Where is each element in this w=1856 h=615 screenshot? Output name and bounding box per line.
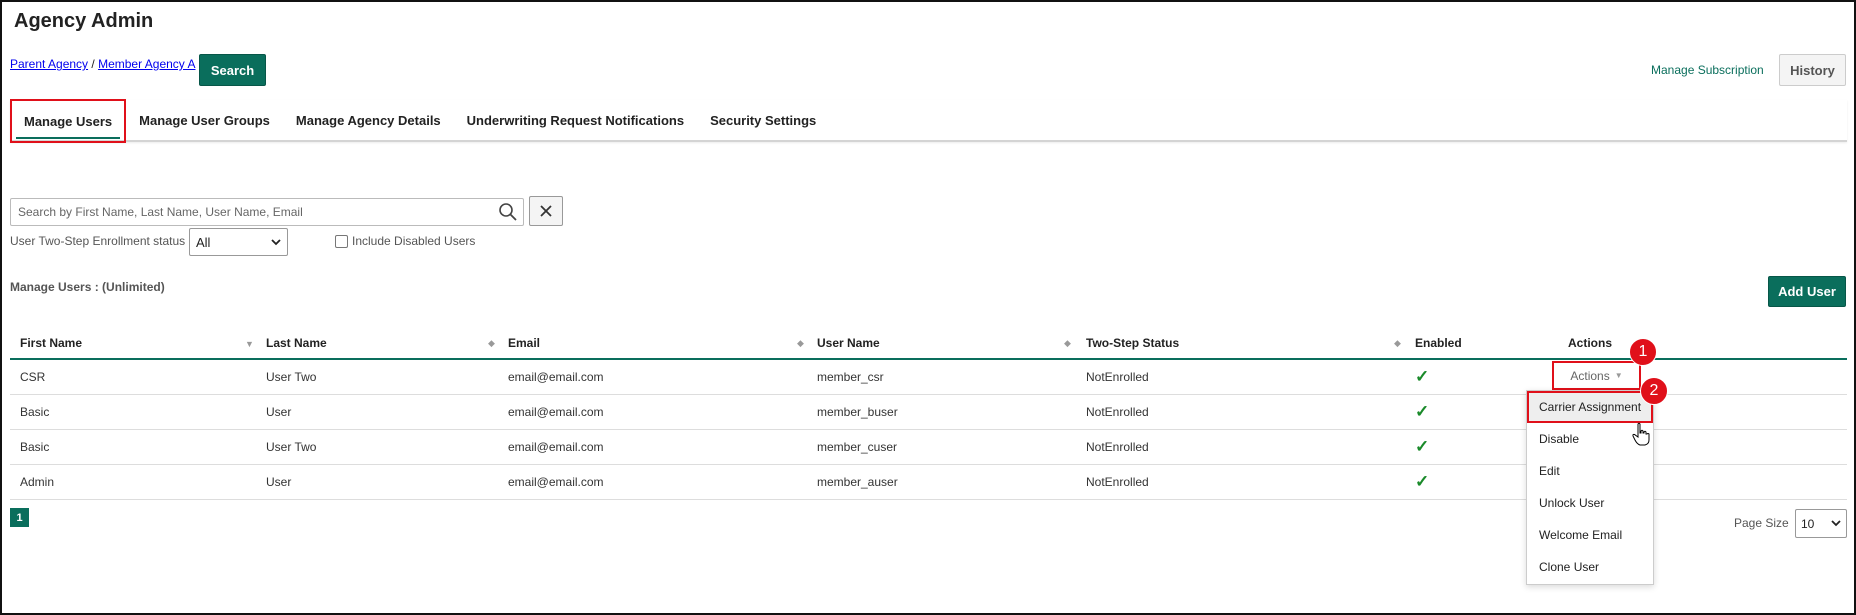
menu-item-carrier-assignment[interactable]: Carrier Assignment (1527, 391, 1653, 423)
enabled-check-icon: ✓ (1415, 402, 1430, 421)
sort-icon[interactable]: ◆ (1064, 338, 1071, 349)
menu-item-welcome-email[interactable]: Welcome Email (1527, 519, 1653, 551)
step-badge-2: 2 (1640, 377, 1668, 405)
add-user-button[interactable]: Add User (1768, 276, 1846, 307)
row-actions-button[interactable]: Actions ▼ (1552, 361, 1641, 390)
users-section-title: Manage Users : (Unlimited) (10, 280, 165, 294)
search-agency-button[interactable]: Search (199, 54, 266, 86)
user-search-box (10, 198, 524, 226)
cell-first-name: Basic (20, 405, 50, 419)
tab-manage-agency-details[interactable]: Manage Agency Details (283, 99, 454, 141)
caret-down-icon: ▼ (1614, 371, 1623, 380)
history-button[interactable]: History (1779, 54, 1846, 86)
breadcrumb-parent-link[interactable]: Parent Agency (10, 57, 88, 71)
cell-email: email@email.com (508, 370, 604, 384)
menu-item-clone-user[interactable]: Clone User (1527, 551, 1653, 583)
page-1-button[interactable]: 1 (10, 508, 29, 527)
chevron-down-icon (1831, 520, 1841, 527)
enrollment-status-value: All (196, 234, 211, 250)
breadcrumb-current-link[interactable]: Member Agency A (98, 57, 195, 71)
page-size-label: Page Size (1734, 516, 1789, 530)
cell-user-name: member_csr (817, 370, 884, 384)
hand-cursor-icon (1632, 422, 1650, 452)
column-header-first-name[interactable]: First Name (20, 328, 82, 358)
cell-last-name: User Two (266, 370, 317, 384)
close-icon (540, 205, 552, 217)
sort-icon[interactable]: ◆ (797, 338, 804, 349)
column-header-user-name[interactable]: User Name (817, 328, 880, 358)
enrollment-status-select[interactable]: All (189, 228, 288, 256)
cell-email: email@email.com (508, 405, 604, 419)
page-size-select[interactable]: 10 (1795, 509, 1847, 538)
clear-search-button[interactable] (529, 196, 563, 226)
menu-item-edit[interactable]: Edit (1527, 455, 1653, 487)
column-header-two-step-status[interactable]: Two-Step Status (1086, 328, 1179, 358)
enabled-check-icon: ✓ (1415, 367, 1430, 386)
tab-security-settings[interactable]: Security Settings (697, 99, 829, 141)
cell-first-name: CSR (20, 370, 46, 384)
enabled-check-icon: ✓ (1415, 437, 1430, 456)
sort-icon[interactable]: ◆ (488, 338, 495, 349)
breadcrumb: Parent Agency / Member Agency A (10, 57, 195, 71)
breadcrumb-separator: / (91, 57, 95, 71)
cell-last-name: User Two (266, 440, 317, 454)
cell-last-name: User (266, 405, 292, 419)
app-window: Agency Admin Parent Agency / Member Agen… (0, 0, 1856, 615)
enabled-check-icon: ✓ (1415, 472, 1430, 491)
chevron-down-icon (271, 238, 281, 245)
cell-last-name: User (266, 475, 292, 489)
cell-two-step-status: NotEnrolled (1086, 370, 1149, 384)
page-title: Agency Admin (14, 10, 154, 32)
column-header-actions: Actions (1568, 336, 1613, 350)
cell-two-step-status: NotEnrolled (1086, 440, 1149, 454)
manage-subscription-link[interactable]: Manage Subscription (1651, 63, 1764, 77)
cell-two-step-status: NotEnrolled (1086, 475, 1149, 489)
include-disabled-users: Include Disabled Users (335, 234, 475, 248)
tab-manage-user-groups[interactable]: Manage User Groups (126, 99, 283, 141)
cell-two-step-status: NotEnrolled (1086, 405, 1149, 419)
tab-manage-users[interactable]: Manage Users (10, 99, 127, 143)
cell-user-name: member_buser (817, 405, 898, 419)
include-disabled-label: Include Disabled Users (352, 234, 476, 248)
table-header: First Name ▼ Last Name ◆ Email ◆ User Na… (10, 328, 1847, 360)
column-header-email[interactable]: Email (508, 328, 540, 358)
page-size-value: 10 (1801, 516, 1815, 531)
user-search-input[interactable] (11, 199, 493, 225)
actions-dropdown-menu: Carrier Assignment Disable Edit Unlock U… (1526, 390, 1654, 585)
cell-first-name: Admin (20, 475, 55, 489)
sort-desc-icon[interactable]: ▼ (245, 339, 254, 349)
column-header-enabled: Enabled (1415, 336, 1462, 350)
tab-bar: Manage Users Manage User Groups Manage A… (10, 99, 1847, 143)
sort-icon[interactable]: ◆ (1394, 338, 1401, 349)
cell-user-name: member_cuser (817, 440, 898, 454)
cell-user-name: member_auser (817, 475, 898, 489)
menu-item-unlock-user[interactable]: Unlock User (1527, 487, 1653, 519)
step-badge-1: 1 (1629, 338, 1657, 366)
search-icon[interactable] (493, 199, 523, 225)
cell-email: email@email.com (508, 440, 604, 454)
column-header-last-name[interactable]: Last Name (266, 328, 327, 358)
actions-label: Actions (1570, 368, 1610, 383)
enrollment-status-label: User Two-Step Enrollment status (10, 234, 186, 248)
include-disabled-checkbox[interactable] (335, 234, 348, 248)
cell-first-name: Basic (20, 440, 50, 454)
cell-email: email@email.com (508, 475, 604, 489)
tab-underwriting-request-notifications[interactable]: Underwriting Request Notifications (454, 99, 697, 141)
